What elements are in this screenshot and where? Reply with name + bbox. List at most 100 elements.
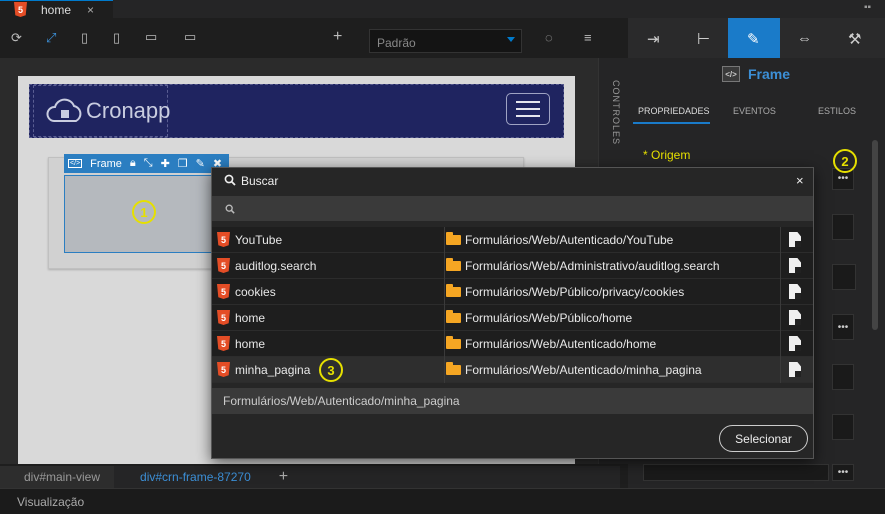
column-divider xyxy=(444,253,445,279)
search-input[interactable] xyxy=(212,196,813,221)
magic-wand-icon[interactable]: ✎ xyxy=(196,157,205,170)
tablet-icon[interactable]: ▯ xyxy=(113,30,120,46)
result-path-text: Formulários/Web/Autenticado/home xyxy=(465,337,657,351)
breadcrumb-item-main-view[interactable]: div#main-view xyxy=(0,466,115,488)
folder-icon xyxy=(446,284,461,297)
result-name-text: minha_pagina xyxy=(235,362,311,377)
tab-home[interactable]: 5 home × xyxy=(0,0,113,18)
result-name-text: home xyxy=(235,336,266,351)
result-path: Formulários/Web/Autenticado/YouTube xyxy=(446,232,674,247)
property-select-1[interactable] xyxy=(832,214,854,240)
database-icon[interactable]: ≡ xyxy=(584,30,592,45)
login-icon[interactable]: ⇥ xyxy=(647,30,660,48)
search-icon xyxy=(224,174,236,189)
result-name: 5 minha_pagina xyxy=(217,362,310,377)
open-file-icon[interactable] xyxy=(789,310,801,325)
breadcrumb-item-frame[interactable]: div#crn-frame-87270 xyxy=(114,466,265,488)
controls-side-tab-label[interactable]: CONTROLES xyxy=(611,80,621,145)
phone-icon[interactable]: ▯ xyxy=(81,30,88,46)
result-path-text: Formulários/Web/Administrativo/auditlog.… xyxy=(465,259,720,273)
preview-tab[interactable]: Visualização xyxy=(17,495,84,509)
open-file-icon[interactable] xyxy=(789,362,801,377)
property-browse-button-3[interactable]: ••• xyxy=(832,314,854,340)
logo-text: Cronapp xyxy=(86,98,171,123)
tab-styles[interactable]: ESTILOS xyxy=(818,106,856,116)
monitor-icon[interactable]: ▭ xyxy=(184,29,196,45)
column-divider xyxy=(780,357,781,383)
visibility-off-icon[interactable]: ◌ xyxy=(545,30,553,45)
pencil-icon[interactable]: ✎ xyxy=(747,30,760,48)
tab-bar xyxy=(0,0,885,18)
result-name: 5 home xyxy=(217,336,265,351)
open-file-icon[interactable] xyxy=(789,258,801,273)
tab-close-button[interactable]: × xyxy=(87,3,94,17)
html5-icon: 5 xyxy=(217,362,230,377)
panel-scrollbar[interactable] xyxy=(872,140,878,330)
column-divider xyxy=(444,305,445,331)
html5-icon: 5 xyxy=(217,310,230,325)
hamburger-menu-button[interactable] xyxy=(506,93,550,125)
result-name: 5 cookies xyxy=(217,284,276,299)
selected-path: Formulários/Web/Autenticado/minha_pagina xyxy=(212,388,813,414)
result-path-text: Formulários/Web/Autenticado/YouTube xyxy=(465,233,674,247)
device-select[interactable]: Padrão xyxy=(369,29,522,53)
result-row[interactable]: 5 cookies Formulários/Web/Público/privacy/… xyxy=(212,279,813,305)
origem-label: * Origem xyxy=(643,148,691,162)
annotation-marker-1: 1 xyxy=(132,200,156,224)
column-divider xyxy=(780,253,781,279)
tab-properties[interactable]: PROPRIEDADES xyxy=(638,106,710,116)
result-path: Formulários/Web/Público/privacy/cookies xyxy=(446,284,685,299)
result-path: Formulários/Web/Autenticado/home xyxy=(446,336,657,351)
refresh-icon[interactable]: ⟳ xyxy=(11,30,22,46)
result-path: Formulários/Web/Administrativo/auditlog.… xyxy=(446,258,720,273)
property-select-5[interactable] xyxy=(832,414,854,440)
html5-icon: 5 xyxy=(217,336,230,351)
result-path-text: Formulários/Web/Público/privacy/cookies xyxy=(465,285,685,299)
move-icon[interactable]: ✚ xyxy=(161,157,170,170)
tools-icon[interactable]: ⚒ xyxy=(848,30,861,48)
tab-label: home xyxy=(41,2,72,17)
logo[interactable]: Cronapp xyxy=(33,85,171,137)
select-button[interactable]: Selecionar xyxy=(719,425,808,452)
expand-icon[interactable]: ⤢ xyxy=(46,30,56,46)
resize-icon[interactable]: ⤡ xyxy=(144,157,153,170)
add-icon[interactable]: + xyxy=(333,28,342,46)
dialog-title: Buscar xyxy=(241,174,279,188)
html5-icon: 5 xyxy=(217,284,230,299)
folder-icon xyxy=(446,232,461,245)
status-bar xyxy=(0,488,885,514)
frame-component-toolbar: </> Frame 🔒︎ ⤡ ✚ ❐ ✎ ✖ xyxy=(64,154,229,173)
result-row[interactable]: 5 YouTube Formulários/Web/Autenticado/YouT… xyxy=(212,227,813,253)
html5-icon: 5 xyxy=(14,2,27,17)
property-browse-button-6[interactable]: ••• xyxy=(832,464,854,481)
result-row[interactable]: 5 minha_pagina Formulários/Web/Autenticado… xyxy=(212,357,813,383)
open-file-icon[interactable] xyxy=(789,336,801,351)
breadcrumb: div#main-view div#crn-frame-87270 + xyxy=(0,466,620,488)
lock-icon[interactable]: 🔒︎ xyxy=(130,157,136,170)
breadcrumb-add-button[interactable]: + xyxy=(279,468,288,486)
result-name-text: cookies xyxy=(235,284,276,299)
close-icon[interactable]: × xyxy=(796,173,804,188)
copy-icon[interactable]: ❐ xyxy=(178,157,188,170)
folder-icon xyxy=(446,310,461,323)
window-menu-icon[interactable]: ▪▪ xyxy=(864,2,871,13)
result-name-text: auditlog.search xyxy=(235,258,317,273)
tab-events[interactable]: EVENTOS xyxy=(733,106,776,116)
property-field-6[interactable] xyxy=(643,464,829,481)
property-field-2[interactable] xyxy=(832,264,856,290)
property-select-4[interactable] xyxy=(832,364,854,390)
column-divider xyxy=(780,227,781,253)
column-divider xyxy=(780,331,781,357)
desktop-icon[interactable]: ▭ xyxy=(145,29,157,45)
open-file-icon[interactable] xyxy=(789,232,801,247)
result-row[interactable]: 5 home Formulários/Web/Público/home xyxy=(212,305,813,331)
result-row[interactable]: 5 home Formulários/Web/Autenticado/home xyxy=(212,331,813,357)
result-row[interactable]: 5 auditlog.search Formulários/Web/Administ… xyxy=(212,253,813,279)
folder-icon xyxy=(446,258,461,271)
swap-icon[interactable]: ⇔ xyxy=(797,30,812,47)
tree-icon[interactable]: ⊢ xyxy=(697,30,710,48)
frame-label: Frame xyxy=(90,157,122,170)
folder-icon xyxy=(446,362,461,375)
open-file-icon[interactable] xyxy=(789,284,801,299)
dialog-header: Buscar xyxy=(211,167,814,195)
